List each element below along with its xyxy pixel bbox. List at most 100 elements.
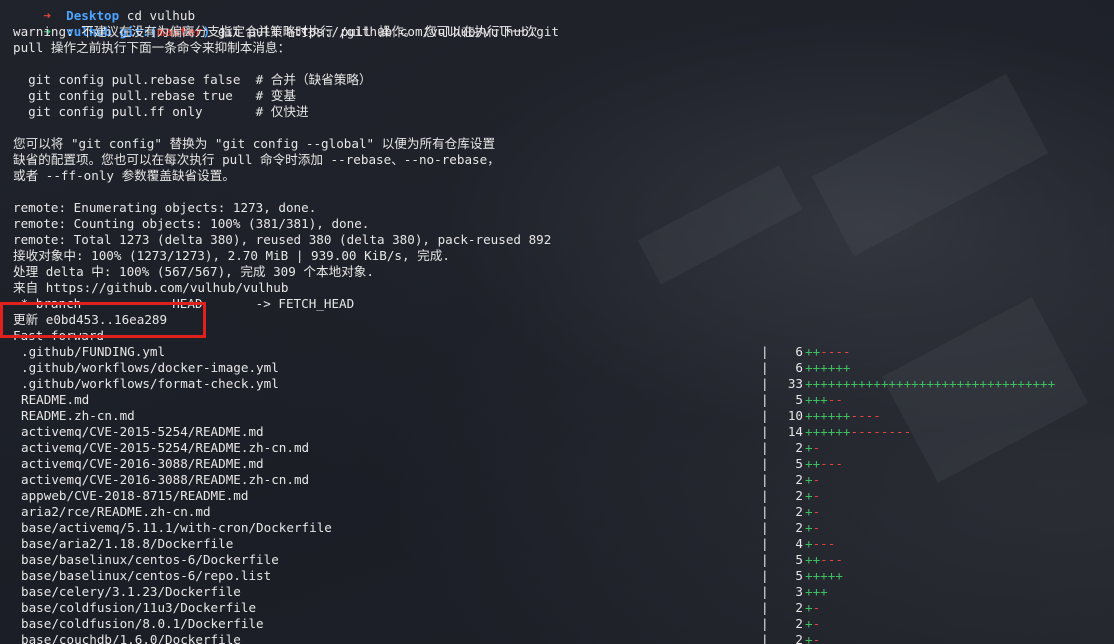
output-line: remote: Enumerating objects: 1273, done. <box>13 200 317 215</box>
additions-bar: + <box>805 616 813 631</box>
file-path: base/coldfusion/8.0.1/Dockerfile <box>21 616 264 631</box>
change-count: 5 <box>795 568 803 583</box>
change-bar: ++--- <box>805 456 843 472</box>
change-count: 5 <box>795 392 803 407</box>
change-bar: +- <box>805 504 820 520</box>
change-count: 2 <box>795 488 803 503</box>
change-bar: +- <box>805 600 820 616</box>
change-count: 5 <box>795 456 803 471</box>
change-bar: ++++++---- <box>805 408 881 424</box>
additions-bar: ++++++ <box>805 424 851 439</box>
diffstat-row: appweb/CVE-2018-8715/README.md | 2 +- <box>13 488 1103 504</box>
diffstat-row: aria2/rce/README.zh-cn.md | 2 +- <box>13 504 1103 520</box>
change-bar: ++++++ <box>805 360 851 376</box>
change-count: 4 <box>795 536 803 551</box>
output-line: 缺省的配置项。您也可以在每次执行 pull 命令时添加 --rebase、--n… <box>13 152 500 167</box>
change-count: 6 <box>795 344 803 359</box>
file-path: base/aria2/1.18.8/Dockerfile <box>21 536 234 551</box>
diffstat-row: .github/FUNDING.yml | 6 ++---- <box>13 344 1103 360</box>
output-line: git config pull.ff only # 仅快进 <box>13 104 309 119</box>
file-path: base/baselinux/centos-6/repo.list <box>21 568 272 583</box>
prompt-command: cd vulhub <box>126 8 196 23</box>
change-count: 5 <box>795 552 803 567</box>
deletions-bar: ---- <box>850 408 881 423</box>
additions-bar: ++ <box>805 344 821 359</box>
change-count: 2 <box>795 632 803 644</box>
change-count: 6 <box>795 360 803 375</box>
deletions-bar: - <box>812 520 821 535</box>
file-path: base/activemq/5.11.1/with-cron/Dockerfil… <box>21 520 332 535</box>
file-path: README.zh-cn.md <box>21 408 135 423</box>
change-count: 2 <box>795 616 803 631</box>
diffstat-row: README.zh-cn.md | 10 ++++++---- <box>13 408 1103 424</box>
prompt-directory: Desktop <box>66 8 120 23</box>
diffstat-row: activemq/CVE-2015-5254/README.md | 14 +++++… <box>13 424 1103 440</box>
prompt-arrow-icon: ➜ <box>43 8 51 23</box>
change-bar: +- <box>805 440 820 456</box>
change-count: 2 <box>795 520 803 535</box>
diffstat-row: base/coldfusion/11u3/Dockerfile | 2 +- <box>13 600 1103 616</box>
output-line: 接收对象中: 100% (1273/1273), 2.70 MiB | 939.… <box>13 248 450 263</box>
deletions-bar: --- <box>812 536 836 551</box>
additions-bar: + <box>805 600 813 615</box>
diffstat-row: README.md | 5 +++-- <box>13 392 1103 408</box>
change-count: 2 <box>795 600 803 615</box>
file-path: base/celery/3.1.23/Dockerfile <box>21 584 241 599</box>
diffstat-row: .github/workflows/docker-image.yml | 6 ++++… <box>13 360 1103 376</box>
additions-bar: ++ <box>805 552 821 567</box>
output-line: git config pull.rebase true # 变基 <box>13 88 296 103</box>
change-bar: +- <box>805 520 820 536</box>
change-bar: +- <box>805 488 820 504</box>
output-line: 您可以将 "git config" 替换为 "git config --glob… <box>13 136 496 151</box>
file-path: .github/workflows/format-check.yml <box>21 376 279 391</box>
change-bar: ++--- <box>805 552 843 568</box>
change-count: 10 <box>787 408 803 423</box>
diffstat-row: activemq/CVE-2015-5254/README.zh-cn.md | 2… <box>13 440 1103 456</box>
additions-bar: ++++++ <box>805 360 851 375</box>
additions-bar: + <box>805 472 813 487</box>
deletions-bar: --- <box>820 552 843 567</box>
output-line: git config pull.rebase false # 合并（缺省策略） <box>13 72 372 87</box>
file-path: aria2/rce/README.zh-cn.md <box>21 504 211 519</box>
output-line: 来自 https://github.com/vulhub/vulhub <box>13 280 289 295</box>
deletions-bar: - <box>812 616 821 631</box>
diffstat-row: base/aria2/1.18.8/Dockerfile | 4 +--- <box>13 536 1103 552</box>
file-path: activemq/CVE-2016-3088/README.zh-cn.md <box>21 472 310 487</box>
deletions-bar: - <box>812 632 821 644</box>
diffstat-row: activemq/CVE-2016-3088/README.md | 5 ++--- <box>13 456 1103 472</box>
deletions-bar: ---- <box>820 344 851 359</box>
additions-bar: + <box>805 504 813 519</box>
additions-bar: +++++ <box>805 568 843 583</box>
additions-bar: +++ <box>805 584 828 599</box>
change-bar: +--- <box>805 536 835 552</box>
output-line: 或者 --ff-only 参数覆盖缺省设置。 <box>13 168 235 183</box>
file-path: activemq/CVE-2015-5254/README.md <box>21 424 264 439</box>
diffstat-row: base/celery/3.1.23/Dockerfile | 3 +++ <box>13 584 1103 600</box>
file-path: appweb/CVE-2018-8715/README.md <box>21 488 249 503</box>
additions-bar: ++ <box>805 456 821 471</box>
deletions-bar: -- <box>827 392 843 407</box>
additions-bar: + <box>805 440 813 455</box>
deletions-bar: - <box>812 504 821 519</box>
additions-bar: + <box>805 488 813 503</box>
highlight-annotation <box>0 302 206 338</box>
file-path: .github/FUNDING.yml <box>21 344 166 359</box>
change-bar: +- <box>805 632 820 644</box>
diffstat-row: base/activemq/5.11.1/with-cron/Dockerfil… <box>13 520 1103 536</box>
diffstat-list: .github/FUNDING.yml | 6 ++---- .github/workf… <box>13 344 1103 644</box>
file-path: base/couchdb/1.6.0/Dockerfile <box>21 632 241 644</box>
additions-bar: ++++++ <box>805 408 851 423</box>
diffstat-row: base/baselinux/centos-6/repo.list | 5 +++++ <box>13 568 1103 584</box>
additions-bar: +++++++++++++++++++++++++++++++++ <box>805 376 1056 391</box>
additions-bar: + <box>805 632 813 644</box>
change-bar: +++-- <box>805 392 843 408</box>
file-path: activemq/CVE-2015-5254/README.zh-cn.md <box>21 440 310 455</box>
change-bar: +++ <box>805 584 828 600</box>
change-count: 33 <box>787 376 803 391</box>
deletions-bar: -------- <box>850 424 912 439</box>
deletions-bar: - <box>812 488 821 503</box>
diffstat-row: .github/workflows/format-check.yml | 33 +++… <box>13 376 1103 392</box>
change-bar: +- <box>805 472 820 488</box>
